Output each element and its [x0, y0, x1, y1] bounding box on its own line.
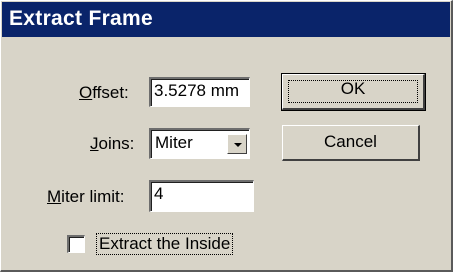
joins-select[interactable]: Miter [149, 128, 250, 159]
cancel-button-label: Cancel [324, 132, 377, 151]
focus-ring [288, 80, 418, 103]
miter-limit-input[interactable]: 4 [149, 180, 254, 212]
joins-selected-value: Miter [155, 133, 193, 152]
offset-input[interactable]: 3.5278 mm [149, 77, 250, 107]
extract-frame-dialog: Extract Frame Offset: 3.5278 mm Joins: M… [0, 0, 453, 272]
extract-inside-checkbox[interactable] [67, 235, 85, 253]
extract-inside-label[interactable]: Extract the Inside [96, 233, 234, 255]
chevron-down-icon[interactable] [227, 134, 247, 154]
dialog-title: Extract Frame [9, 7, 153, 30]
ok-button[interactable]: OK [281, 73, 426, 111]
cancel-button[interactable]: Cancel [282, 125, 420, 161]
miter-limit-value: 4 [154, 184, 164, 203]
offset-label: Offset: [79, 83, 129, 102]
title-bar[interactable]: Extract Frame [2, 2, 450, 37]
miter-limit-label: Miter limit: [47, 187, 125, 206]
joins-label: Joins: [90, 134, 135, 153]
offset-value: 3.5278 mm [154, 81, 240, 100]
